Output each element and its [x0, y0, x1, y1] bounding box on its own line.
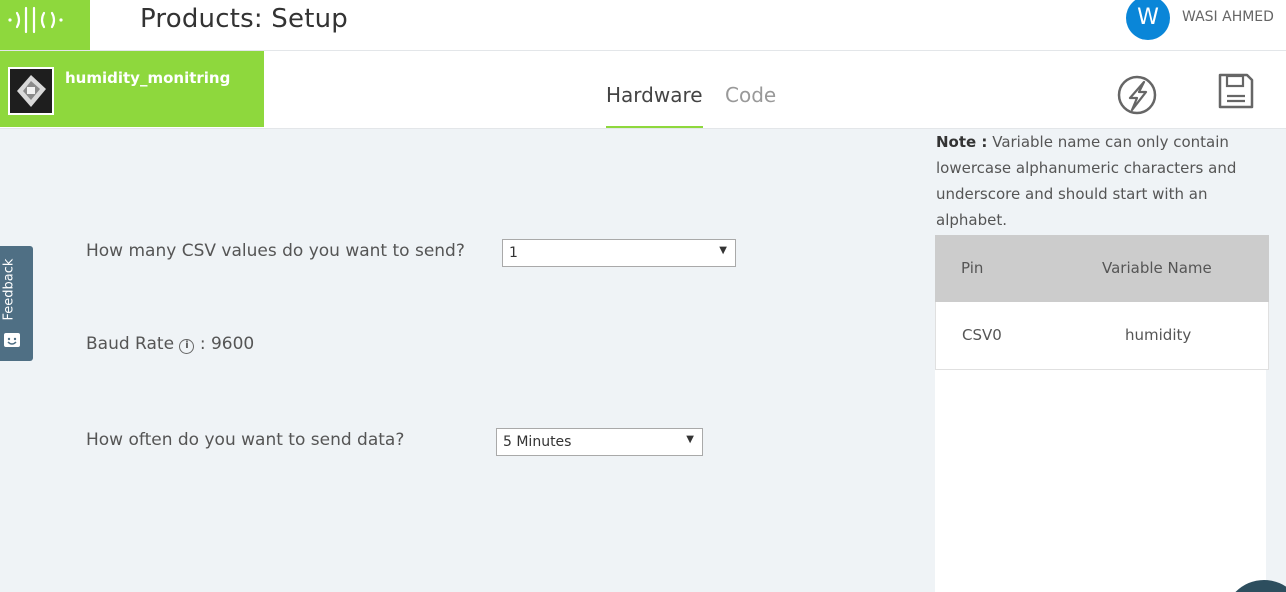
send-frequency-label: How often do you want to send data? [86, 430, 405, 450]
baud-rate-row: Baud Rate i : 9600 [86, 334, 254, 354]
page-title: Products: Setup [140, 4, 348, 34]
tab-hardware[interactable]: Hardware [606, 83, 703, 107]
tab-code[interactable]: Code [725, 83, 776, 107]
product-thumbnail [8, 67, 54, 115]
feedback-label: Feedback [1, 258, 17, 321]
select-caret-icon: ▼ [719, 245, 727, 256]
top-header: Products: Setup W WASI AHMED [0, 0, 1286, 51]
column-header-pin: Pin [961, 259, 984, 277]
note-label: Note : [936, 133, 988, 151]
app-logo[interactable] [0, 0, 90, 50]
variables-table: Pin Variable Name CSV0 humidity [935, 235, 1269, 370]
baud-rate-label: Baud Rate [86, 334, 175, 354]
column-header-variable-name: Variable Name [1102, 259, 1212, 277]
info-icon[interactable]: i [179, 339, 195, 354]
feedback-tab[interactable]: Feedback [0, 246, 33, 361]
deploy-bolt-icon [1117, 75, 1157, 115]
send-frequency-select[interactable]: 5 Minutes ▼ [496, 428, 703, 456]
active-tab-indicator [606, 126, 703, 128]
csv-count-label: How many CSV values do you want to send? [86, 241, 465, 261]
save-floppy-icon [1218, 73, 1254, 109]
variables-panel-body [935, 370, 1266, 592]
product-card[interactable]: humidity_monitring [0, 51, 264, 127]
send-frequency-value: 5 Minutes [503, 434, 572, 450]
deploy-button[interactable] [1117, 74, 1157, 116]
table-header: Pin Variable Name [935, 235, 1269, 302]
product-toolbar: humidity_monitring Hardware Code [0, 51, 1286, 129]
logo-waves-icon [8, 6, 63, 34]
product-name: humidity_monitring [65, 69, 231, 87]
save-button[interactable] [1217, 72, 1257, 114]
variable-name-note: Note : Variable name can only contain lo… [936, 129, 1276, 233]
table-row: CSV0 humidity [935, 302, 1269, 370]
user-avatar[interactable]: W [1126, 0, 1170, 40]
select-caret-icon: ▼ [686, 434, 694, 445]
feedback-smile-icon [4, 333, 20, 347]
variable-name-cell[interactable]: humidity [1125, 326, 1191, 344]
pin-cell: CSV0 [962, 326, 1002, 344]
user-name[interactable]: WASI AHMED [1182, 9, 1274, 25]
csv-count-value: 1 [509, 245, 518, 261]
csv-count-select[interactable]: 1 ▼ [502, 239, 736, 267]
baud-rate-value: : 9600 [199, 334, 255, 354]
